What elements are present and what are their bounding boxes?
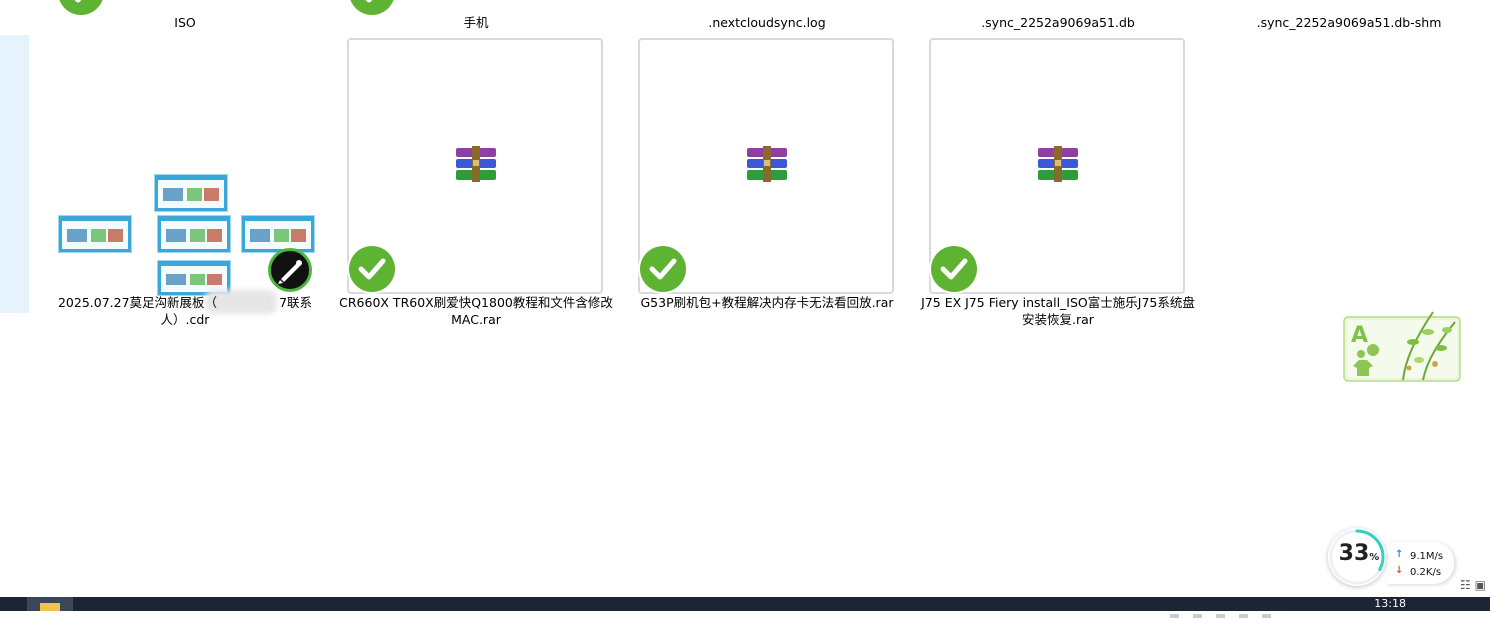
file-label-iso[interactable]: ISO bbox=[45, 14, 325, 31]
speed-panel: ↑ 9.1M/s ↓ 0.2K/s bbox=[1386, 542, 1454, 584]
thumbnail-panel bbox=[157, 215, 231, 253]
file-item-cdr[interactable] bbox=[56, 38, 315, 296]
download-arrow-icon: ↓ bbox=[1395, 565, 1404, 576]
file-label-j75-rar[interactable]: J75 EX J75 Fiery install_ISO富士施乐J75系统盘 安装… bbox=[918, 294, 1198, 328]
file-label-sync-db-shm[interactable]: .sync_2252a9069a51.db-shm bbox=[1209, 14, 1489, 31]
thumbnail-panel bbox=[58, 215, 132, 253]
thumbnail-panel bbox=[154, 174, 228, 212]
checkmark-icon bbox=[349, 0, 395, 15]
coreldraw-icon bbox=[268, 248, 312, 292]
theme-widget-icon[interactable]: A bbox=[1343, 302, 1463, 382]
upload-arrow-icon: ↑ bbox=[1395, 549, 1404, 560]
winrar-archive-icon bbox=[747, 146, 787, 182]
svg-text:A: A bbox=[1351, 323, 1368, 348]
file-label-cdr[interactable]: 2025.07.27莫足沟新展板（ 7联系 人）.cdr bbox=[45, 294, 325, 328]
download-speed: 0.2K/s bbox=[1410, 567, 1442, 578]
taskbar-clock[interactable]: 13:18 bbox=[1374, 597, 1406, 610]
usage-ring: 33% bbox=[1328, 528, 1386, 586]
folder-icon[interactable] bbox=[27, 597, 73, 611]
network-speed-widget[interactable]: ↑ 9.1M/s ↓ 0.2K/s 33% bbox=[1328, 528, 1455, 586]
checkmark-icon bbox=[931, 246, 977, 292]
thumbnail-panel bbox=[241, 215, 315, 253]
view-toggle-icons[interactable]: ☷ ▣ bbox=[1460, 578, 1486, 592]
file-label-sync-log[interactable]: .nextcloudsync.log bbox=[627, 14, 907, 31]
file-label-sync-db[interactable]: .sync_2252a9069a51.db bbox=[918, 14, 1198, 31]
tray-icons[interactable] bbox=[1170, 603, 1285, 618]
winrar-archive-icon bbox=[1038, 146, 1078, 182]
nav-pane-edge bbox=[0, 35, 29, 313]
checkmark-icon bbox=[349, 246, 395, 292]
checkmark-icon bbox=[58, 0, 104, 15]
file-label-g53p-rar[interactable]: G53P刷机包+教程解决内存卡无法看回放.rar bbox=[627, 294, 907, 311]
file-label-cr660x-rar[interactable]: CR660X TR60X刷爱快Q1800教程和文件含修改 MAC.rar bbox=[336, 294, 616, 328]
usage-percent: 33% bbox=[1338, 541, 1380, 566]
upload-speed: 9.1M/s bbox=[1410, 551, 1444, 562]
file-label-phone[interactable]: 手机 bbox=[336, 14, 616, 31]
taskbar: 13:18 bbox=[0, 597, 1490, 618]
winrar-archive-icon bbox=[456, 146, 496, 182]
checkmark-icon bbox=[640, 246, 686, 292]
